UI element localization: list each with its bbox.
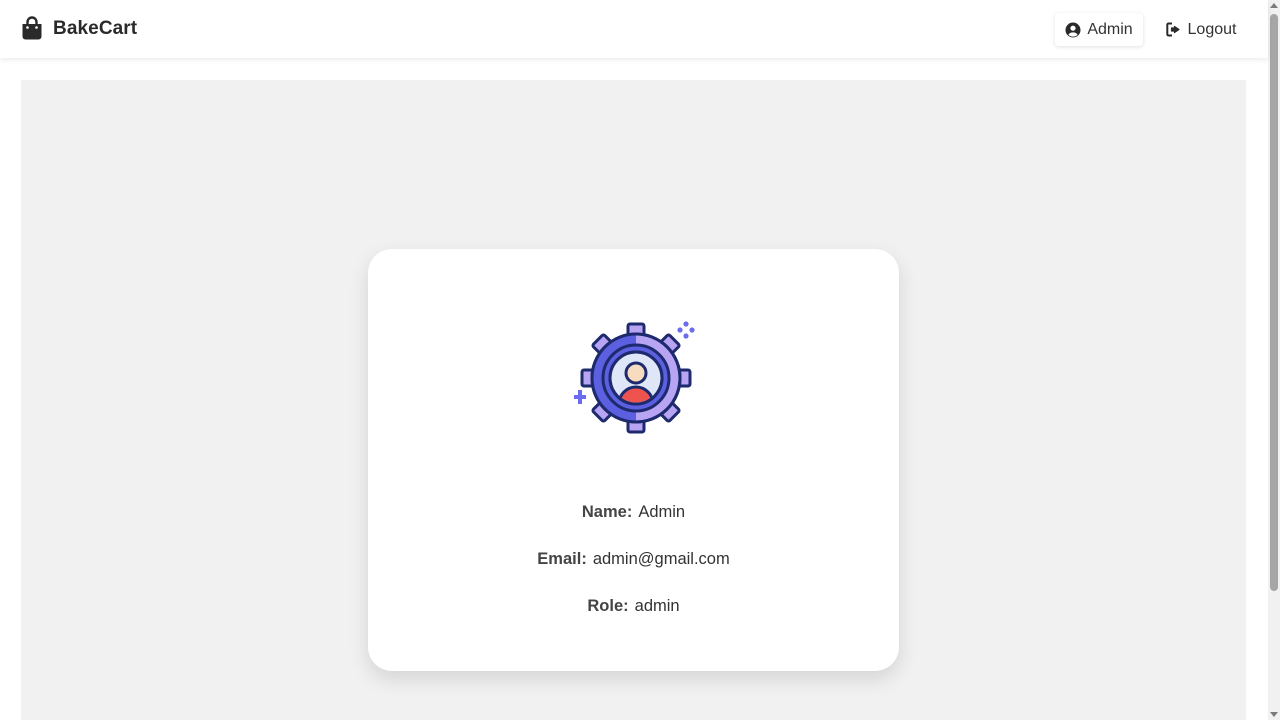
scroll-down-arrow[interactable] xyxy=(1270,712,1278,717)
brand-logo[interactable]: BakeCart xyxy=(21,16,137,41)
scrollbar-thumb[interactable] xyxy=(1270,14,1278,591)
sign-out-icon xyxy=(1165,22,1180,37)
role-label: Role: xyxy=(587,597,629,615)
role-value: admin xyxy=(634,597,680,615)
page-scrollbar[interactable] xyxy=(1268,0,1280,720)
user-circle-icon xyxy=(1065,22,1081,37)
profile-name-row: Name: Admin xyxy=(368,503,899,522)
email-label: Email: xyxy=(537,550,587,568)
shopping-bag-icon xyxy=(22,16,42,40)
logout-button[interactable]: Logout xyxy=(1158,13,1244,46)
user-menu-button[interactable]: Admin xyxy=(1055,13,1143,46)
name-label: Name: xyxy=(581,503,633,521)
logout-label: Logout xyxy=(1187,20,1237,38)
user-settings-gear-icon xyxy=(574,321,695,434)
scroll-up-arrow[interactable] xyxy=(1270,3,1278,8)
top-navbar: BakeCart Admin Logout xyxy=(0,0,1268,58)
user-menu-label: Admin xyxy=(1087,20,1133,38)
name-value: Admin xyxy=(638,503,686,521)
brand-name: BakeCart xyxy=(53,17,138,39)
email-value: admin@gmail.com xyxy=(592,550,730,568)
profile-email-row: Email: admin@gmail.com xyxy=(368,550,899,569)
profile-role-row: Role: admin xyxy=(368,597,899,616)
profile-card: Name: Admin Email: admin@gmail.com Role: ad… xyxy=(368,249,899,671)
